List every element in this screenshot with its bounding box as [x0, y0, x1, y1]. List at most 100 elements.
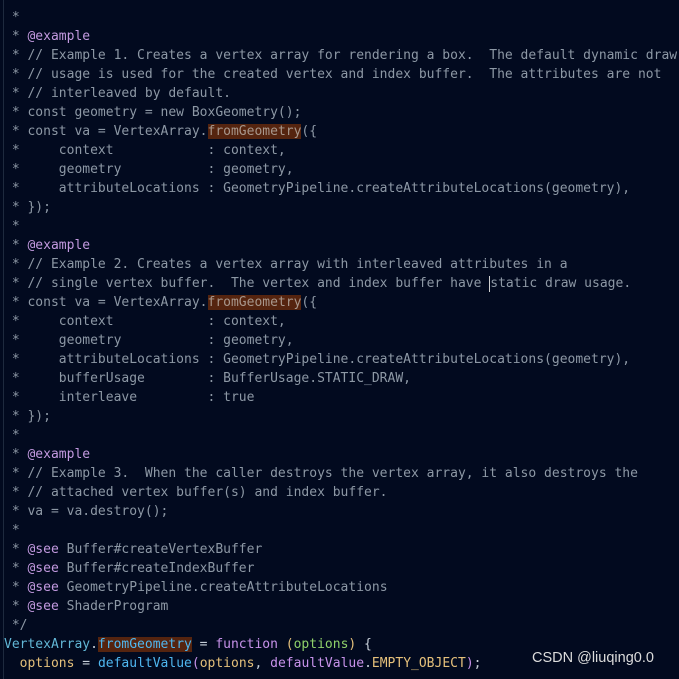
code-token: * // interleaved by default. — [4, 86, 231, 101]
code-line[interactable]: * const va = VertexArray.fromGeometry({ — [0, 122, 679, 141]
code-token: * // Example 1. Creates a vertex array f… — [4, 48, 678, 63]
code-token: * // single vertex buffer. The vertex an… — [4, 276, 490, 291]
code-token: * const geometry = new BoxGeometry(); — [4, 105, 302, 120]
code-token: * }); — [4, 409, 51, 424]
code-token: , — [254, 656, 271, 671]
code-token: * — [4, 238, 28, 253]
code-token: ) — [465, 656, 474, 671]
code-token: VertexArray — [4, 637, 91, 652]
code-editor[interactable]: * * @example * // Example 1. Creates a v… — [0, 8, 679, 673]
code-line[interactable]: * interleave : true — [0, 388, 679, 407]
code-token: = — [191, 637, 216, 652]
code-line[interactable]: * context : context, — [0, 141, 679, 160]
code-token: EMPTY_OBJECT — [371, 656, 466, 671]
code-line[interactable]: * }); — [0, 407, 679, 426]
code-token: * geometry : geometry, — [4, 162, 294, 177]
code-token: * // Example 2. Creates a vertex array w… — [4, 257, 568, 272]
code-token: * const va = VertexArray. — [4, 124, 208, 139]
code-token: @example — [27, 238, 91, 253]
code-token: * — [4, 523, 20, 538]
code-token: * — [4, 29, 28, 44]
code-line[interactable]: * — [0, 521, 679, 540]
code-token: ({ — [301, 124, 318, 139]
code-line[interactable]: * // Example 2. Creates a vertex array w… — [0, 255, 679, 274]
code-line[interactable]: * @example — [0, 236, 679, 255]
code-line[interactable]: * — [0, 8, 679, 27]
code-token: * — [4, 599, 28, 614]
code-line[interactable]: * va = va.destroy(); — [0, 502, 679, 521]
code-token: { — [356, 637, 372, 652]
code-token: */ — [4, 618, 28, 633]
code-token: ShaderProgram — [58, 599, 169, 614]
code-token: * attributeLocations : GeometryPipeline.… — [4, 181, 631, 196]
code-token: * interleave : true — [4, 390, 255, 405]
code-line[interactable]: * const va = VertexArray.fromGeometry({ — [0, 293, 679, 312]
code-token: * const va = VertexArray. — [4, 295, 208, 310]
code-token: defaultValue — [270, 656, 365, 671]
code-token: options — [199, 656, 255, 671]
code-token: * // usage is used for the created verte… — [4, 67, 662, 82]
code-line[interactable]: * @example — [0, 445, 679, 464]
code-token: fromGeometry — [207, 295, 302, 310]
code-line[interactable]: * // interleaved by default. — [0, 84, 679, 103]
code-token: ({ — [301, 295, 318, 310]
code-line[interactable]: * attributeLocations : GeometryPipeline.… — [0, 179, 679, 198]
code-line[interactable]: * bufferUsage : BufferUsage.STATIC_DRAW, — [0, 369, 679, 388]
code-token: fromGeometry — [207, 124, 302, 139]
code-line[interactable]: * @example — [0, 27, 679, 46]
code-line[interactable]: * @see GeometryPipeline.createAttributeL… — [0, 578, 679, 597]
code-token: ; — [473, 656, 482, 671]
code-token: * — [4, 561, 28, 576]
code-token: @see — [27, 580, 59, 595]
code-token: * — [4, 10, 20, 25]
code-line[interactable]: * attributeLocations : GeometryPipeline.… — [0, 350, 679, 369]
code-token: * — [4, 219, 20, 234]
code-token: * — [4, 580, 28, 595]
code-token: * context : context, — [4, 143, 286, 158]
code-line[interactable]: * — [0, 217, 679, 236]
code-line[interactable]: */ — [0, 616, 679, 635]
code-token: ( — [285, 637, 294, 652]
code-token: * // attached vertex buffer(s) and index… — [4, 485, 388, 500]
code-token: Buffer#createVertexBuffer — [58, 542, 263, 557]
code-line[interactable]: * // attached vertex buffer(s) and index… — [0, 483, 679, 502]
watermark: CSDN @liuqing0.0 — [532, 650, 654, 666]
code-token: * — [4, 447, 28, 462]
code-line[interactable]: * // Example 1. Creates a vertex array f… — [0, 46, 679, 65]
code-token: defaultValue — [97, 656, 192, 671]
code-token: fromGeometry — [97, 637, 192, 652]
code-line[interactable]: * context : context, — [0, 312, 679, 331]
code-line[interactable]: * @see Buffer#createVertexBuffer — [0, 540, 679, 559]
code-token: * context : context, — [4, 314, 286, 329]
code-token: * va = va.destroy(); — [4, 504, 169, 519]
code-line[interactable]: * @see Buffer#createIndexBuffer — [0, 559, 679, 578]
code-token: * // Example 3. When the caller destroys… — [4, 466, 638, 481]
code-token: * bufferUsage : BufferUsage.STATIC_DRAW, — [4, 371, 411, 386]
code-line[interactable]: * const geometry = new BoxGeometry(); — [0, 103, 679, 122]
code-line[interactable]: * // usage is used for the created verte… — [0, 65, 679, 84]
code-token: * geometry : geometry, — [4, 333, 294, 348]
code-token: * — [4, 428, 20, 443]
code-line[interactable]: * geometry : geometry, — [0, 160, 679, 179]
code-token: function — [215, 637, 278, 652]
code-token: GeometryPipeline.createAttributeLocation… — [58, 580, 388, 595]
code-token: @example — [27, 447, 91, 462]
code-line[interactable]: * // Example 3. When the caller destroys… — [0, 464, 679, 483]
code-token: * — [4, 542, 28, 557]
code-token: Buffer#createIndexBuffer — [58, 561, 255, 576]
code-token: @see — [27, 561, 59, 576]
code-token: * attributeLocations : GeometryPipeline.… — [4, 352, 631, 367]
code-token: * }); — [4, 200, 51, 215]
code-token: . — [90, 637, 98, 652]
code-token: ( — [191, 656, 200, 671]
code-line[interactable]: * // single vertex buffer. The vertex an… — [0, 274, 679, 293]
code-line[interactable]: * — [0, 426, 679, 445]
code-token: = — [74, 656, 98, 671]
code-line[interactable]: * }); — [0, 198, 679, 217]
code-line[interactable]: * @see ShaderProgram — [0, 597, 679, 616]
code-token: @see — [27, 542, 59, 557]
code-token: options — [4, 656, 75, 671]
code-line[interactable]: * geometry : geometry, — [0, 331, 679, 350]
code-token: @see — [27, 599, 59, 614]
